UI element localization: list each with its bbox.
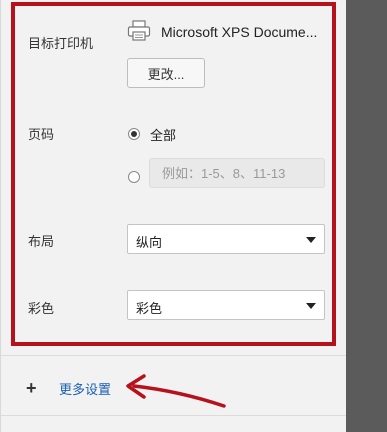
more-settings-link[interactable]: 更多设置 (59, 379, 111, 398)
annotation-highlight-box (11, 2, 336, 346)
preview-background (346, 0, 387, 432)
section-divider (1, 355, 347, 356)
section-divider (1, 415, 347, 416)
plus-icon[interactable]: + (26, 379, 37, 397)
annotation-arrow-icon (126, 374, 226, 408)
